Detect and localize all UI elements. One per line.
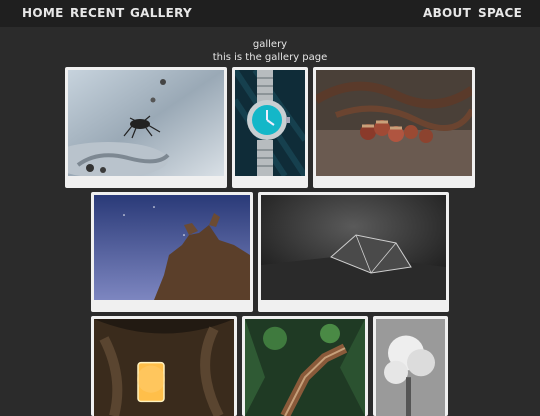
gallery-photo-image	[261, 195, 446, 300]
page-subtitle: this is the gallery page	[212, 52, 328, 63]
nav-link-about[interactable]: ABOUT	[423, 6, 471, 20]
gallery-photo-image	[376, 319, 445, 416]
top-navbar: HOME RECENT GALLERY ABOUT SPACE	[0, 0, 540, 27]
gallery-photo-card[interactable]	[313, 67, 475, 188]
gallery-photo-card[interactable]	[91, 316, 237, 416]
gallery-photo-image	[94, 319, 234, 416]
gallery-photo-image	[245, 319, 365, 416]
nav-link-recent[interactable]: RECENT	[70, 6, 124, 20]
gallery-photo-image	[235, 70, 305, 176]
gallery-photo-card[interactable]	[258, 192, 449, 312]
gallery-photo-card[interactable]	[373, 316, 448, 416]
gallery-photo-card[interactable]	[65, 67, 227, 188]
page-title: gallery	[252, 39, 288, 50]
nav-link-gallery[interactable]: GALLERY	[130, 6, 192, 20]
gallery-photo-card[interactable]	[232, 67, 308, 188]
nav-link-home[interactable]: HOME	[22, 6, 64, 20]
nav-link-space[interactable]: SPACE	[478, 6, 522, 20]
gallery-photo-image	[68, 70, 224, 176]
gallery-photo-image	[94, 195, 250, 300]
gallery-photo-card[interactable]	[91, 192, 253, 312]
gallery-photo-card[interactable]	[242, 316, 368, 416]
gallery-photo-image	[316, 70, 472, 176]
